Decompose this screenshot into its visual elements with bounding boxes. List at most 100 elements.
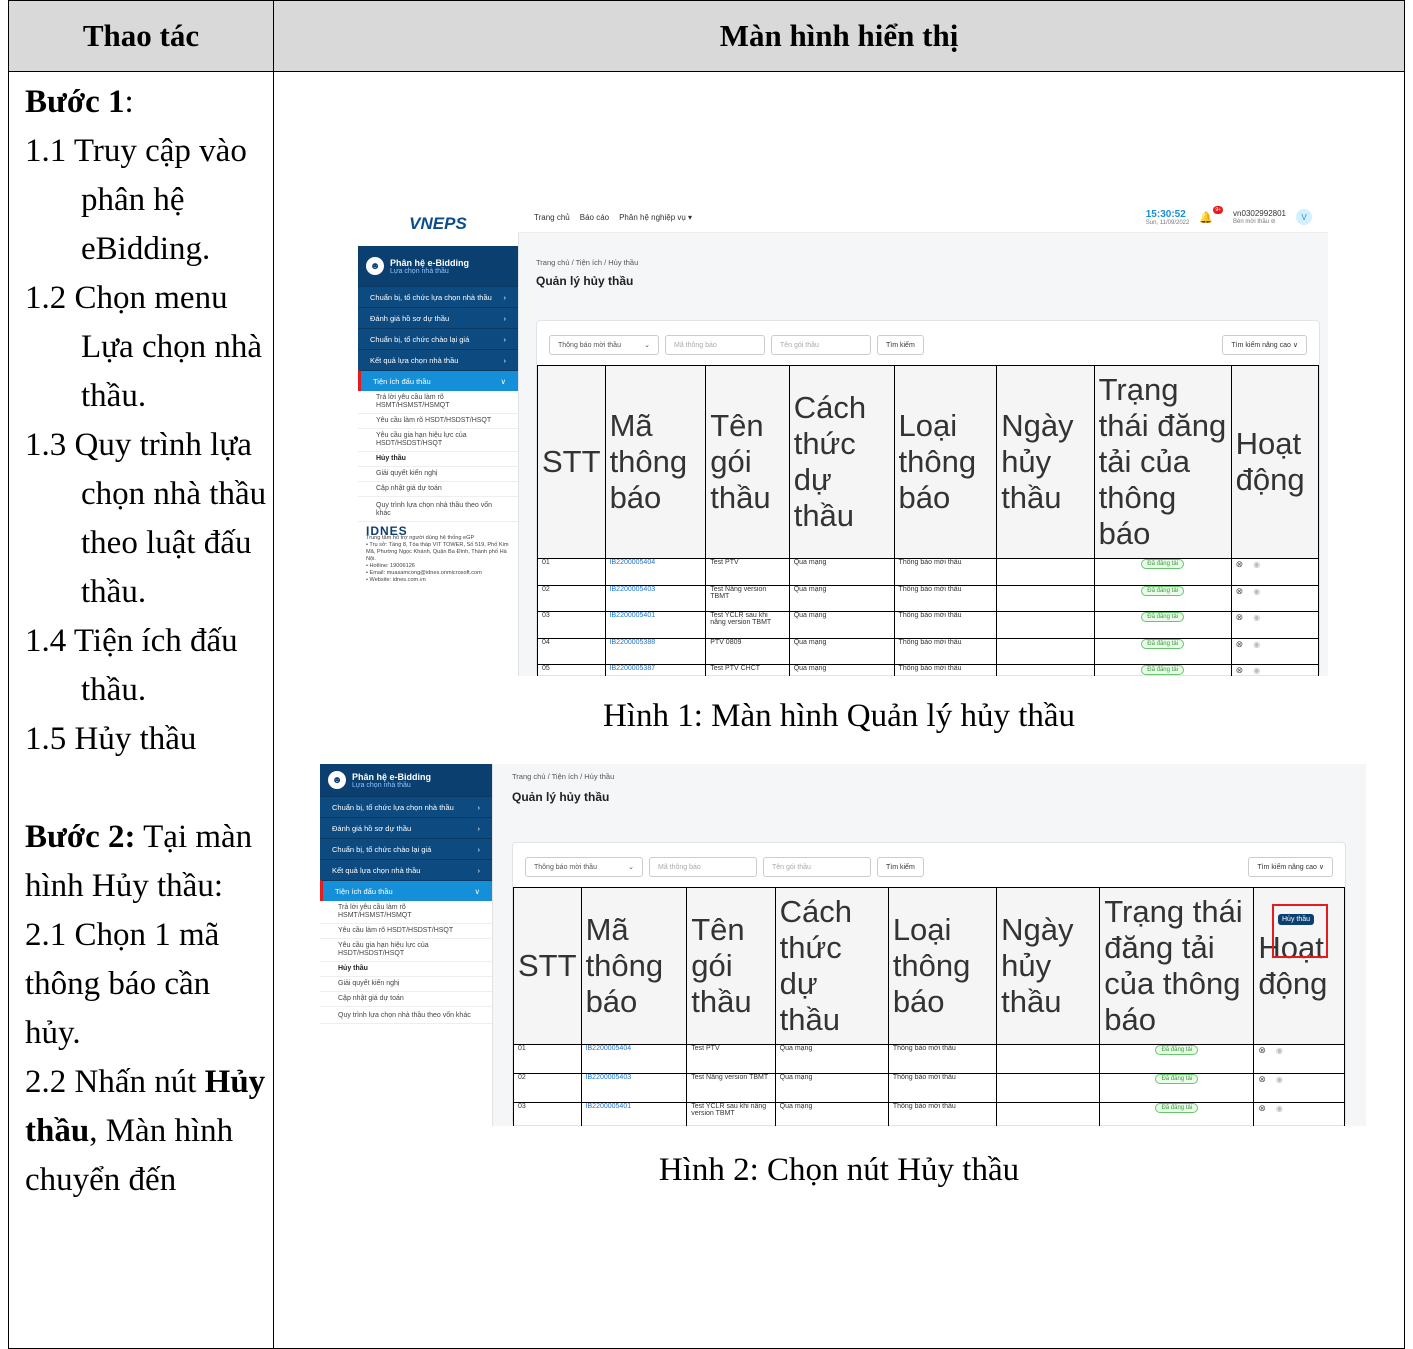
table-cell bbox=[996, 1073, 1101, 1103]
step-1-3: 1.3 Quy trình lựa chọn nhà thầu theo luậ… bbox=[25, 427, 267, 610]
submenu-item-6[interactable]: Cập nhật giá dự toán bbox=[358, 482, 518, 497]
name-input[interactable]: Tên gói thầu bbox=[763, 857, 871, 877]
caption-figure-1: Hình 1: Màn hình Quản lý hủy thầu bbox=[602, 698, 1076, 734]
view-icon[interactable]: ◉ bbox=[1276, 1046, 1283, 1055]
table-row[interactable]: 02 IB2200005403 Test Nâng version TBMT Qua … bbox=[513, 1073, 1345, 1103]
submenu-item-5[interactable]: Giải quyết kiến nghị bbox=[320, 977, 492, 992]
table-row[interactable]: 02 IB2200005403 Test Nâng version TBMT Qua … bbox=[537, 584, 1320, 613]
module-avatar-icon: ☻ bbox=[366, 257, 384, 275]
table-row[interactable]: 01 IB2200005404 Test PTV Qua mạng Thông báo … bbox=[537, 558, 1320, 586]
view-icon[interactable]: ◉ bbox=[1276, 1104, 1283, 1113]
nav-modules[interactable]: Phân hệ nghiệp vụ ▾ bbox=[619, 213, 692, 222]
table-cell bbox=[996, 664, 1095, 676]
notice-table: STT Mã thông báo Tên gói thầu Cách thức dự … bbox=[537, 365, 1320, 676]
sidebar-item-5[interactable]: Tiện ích đấu thầu ∨ bbox=[358, 370, 518, 391]
results-card: Thông báo mời thầu ⌄ Mã thông báo Tên gói… bbox=[536, 320, 1320, 676]
sidebar-item-other-process[interactable]: Quy trình lựa chọn nhà thầu theo vốn khá… bbox=[320, 1009, 492, 1024]
column-header: Cách thức dự thầu bbox=[774, 887, 889, 1045]
sidebar-item-2[interactable]: Đánh giá hồ sơ dự thầu › bbox=[320, 817, 492, 838]
notice-code-link[interactable]: IB2200005387 bbox=[604, 664, 707, 676]
sidebar-item-2[interactable]: Đánh giá hồ sơ dự thầu › bbox=[358, 307, 518, 328]
table-cell: Thông báo mời thầu bbox=[887, 1044, 998, 1074]
step-1-2: 1.2 Chọn menu Lựa chọn nhà thầu. bbox=[25, 280, 262, 414]
notice-code-link[interactable]: IB2200005404 bbox=[580, 1044, 688, 1074]
advanced-search-button[interactable]: Tìm kiếm nâng cao ∨ bbox=[1248, 857, 1333, 877]
submenu-item-1[interactable]: Trả lời yêu cầu làm rõ HSMT/HSMST/HSMQT bbox=[358, 391, 518, 414]
chevron-right-icon: › bbox=[503, 292, 507, 302]
breadcrumb: Trang chủ / Tiện ích / Hủy thầu bbox=[512, 772, 615, 781]
sidebar-item-1[interactable]: Chuẩn bị, tổ chức lựa chọn nhà thầu › bbox=[358, 286, 518, 307]
notice-code-link[interactable]: IB2200005403 bbox=[580, 1073, 688, 1103]
status-badge: Đã đăng tải bbox=[1155, 1074, 1199, 1084]
sidebar-item-3[interactable]: Chuẩn bị, tổ chức chào lại giá › bbox=[320, 838, 492, 859]
cancel-bid-icon[interactable]: ⊗ bbox=[1236, 639, 1244, 649]
code-input[interactable]: Mã thông báo bbox=[665, 335, 765, 355]
submenu-item-5[interactable]: Giải quyết kiến nghị bbox=[358, 467, 518, 482]
table-cell: Qua mạng bbox=[788, 611, 895, 639]
nav-home[interactable]: Trang chủ bbox=[534, 213, 570, 222]
table-row[interactable]: 03 IB2200005401 Test YCLR sau khi nâng ver… bbox=[537, 611, 1320, 639]
table-cell: Test Nâng version TBMT bbox=[705, 584, 790, 613]
table-cell bbox=[996, 558, 1095, 586]
cancel-bid-icon[interactable]: ⊗ bbox=[1258, 1045, 1266, 1055]
notice-type-select[interactable]: Thông báo mời thầu ⌄ bbox=[549, 335, 659, 355]
sidebar: ☻ Phân hệ e-Bidding Lựa chọn nhà thầu Chu… bbox=[320, 764, 493, 1126]
submenu-item-3[interactable]: Yêu cầu gia hạn hiệu lực của HSDT/HSDST/… bbox=[320, 939, 492, 962]
column-header: Loại thông báo bbox=[887, 887, 998, 1045]
advanced-search-button[interactable]: Tìm kiếm nâng cao ∨ bbox=[1222, 335, 1307, 355]
notice-code-link[interactable]: IB2200005388 bbox=[604, 637, 707, 666]
notice-type-select[interactable]: Thông báo mời thầu ⌄ bbox=[525, 857, 643, 877]
idnes-line: • Trụ sở: Tầng 8, Tòa tháp VIT TOWER, Số… bbox=[366, 542, 509, 562]
table-row[interactable]: 03 IB2200005401 Test YCLR sau khi nâng ver… bbox=[513, 1102, 1345, 1126]
submenu-item-4[interactable]: Hủy thầu bbox=[320, 962, 492, 977]
view-icon[interactable]: ◉ bbox=[1276, 1075, 1283, 1084]
notice-code-link[interactable]: IB2200005403 bbox=[604, 584, 707, 613]
view-icon[interactable]: ◉ bbox=[1253, 640, 1260, 649]
submenu-item-6[interactable]: Cập nhật giá dự toán bbox=[320, 992, 492, 1007]
module-header[interactable]: ☻ Phân hệ e-Bidding Lựa chọn nhà thầu bbox=[320, 764, 492, 796]
view-icon[interactable]: ◉ bbox=[1253, 587, 1260, 596]
nav-reports[interactable]: Báo cáo bbox=[580, 213, 609, 222]
cancel-bid-icon[interactable]: ⊗ bbox=[1258, 1074, 1266, 1084]
search-button[interactable]: Tìm kiếm bbox=[877, 857, 924, 877]
user-info[interactable]: vn0302992801 Bên mời thầu ⊘ bbox=[1233, 209, 1286, 225]
idnes-line: • Hotline: 19006126 bbox=[366, 563, 415, 569]
notice-code-link[interactable]: IB2200005404 bbox=[604, 558, 707, 586]
submenu-item-1[interactable]: Trả lời yêu cầu làm rõ HSMT/HSMST/HSMQT bbox=[320, 901, 492, 924]
cancel-bid-icon[interactable]: ⊗ bbox=[1236, 559, 1244, 569]
submenu-item-4[interactable]: Hủy thầu bbox=[358, 452, 518, 467]
table-row[interactable]: 04 IB2200005388 PTV 0809 Qua mạng Thông báo … bbox=[537, 637, 1320, 666]
table-row[interactable]: 05 IB2200005387 Test PTV CHCT Qua mạng Thông… bbox=[537, 664, 1320, 676]
user-avatar[interactable]: V bbox=[1296, 209, 1312, 225]
sidebar-item-1[interactable]: Chuẩn bị, tổ chức lựa chọn nhà thầu › bbox=[320, 796, 492, 817]
notice-code-link[interactable]: IB2200005401 bbox=[604, 611, 707, 639]
table-cell: Test Nâng version TBMT bbox=[686, 1073, 776, 1103]
sidebar-item-4[interactable]: Kết quả lựa chọn nhà thầu › bbox=[358, 349, 518, 370]
table-cell bbox=[996, 584, 1095, 613]
module-header[interactable]: ☻ Phân hệ e-Bidding Lựa chọn nhà thầu bbox=[358, 246, 518, 286]
sidebar-item-4[interactable]: Kết quả lựa chọn nhà thầu › bbox=[320, 859, 492, 880]
sidebar-item-other-process[interactable]: Quy trình lựa chọn nhà thầu theo vốn khá… bbox=[358, 499, 518, 522]
search-button[interactable]: Tìm kiếm bbox=[877, 335, 924, 355]
highlight-box bbox=[1272, 904, 1328, 958]
view-icon[interactable]: ◉ bbox=[1253, 666, 1260, 675]
cancel-bid-icon[interactable]: ⊗ bbox=[1258, 1103, 1266, 1113]
table-row[interactable]: 01 IB2200005404 Test PTV Qua mạng Thông báo … bbox=[513, 1044, 1345, 1074]
name-input[interactable]: Tên gói thầu bbox=[771, 335, 871, 355]
chevron-right-icon: › bbox=[477, 802, 481, 812]
column-header: Hoạt động bbox=[1230, 365, 1320, 559]
bell-icon[interactable]: 🔔 9+ bbox=[1199, 205, 1224, 224]
view-icon[interactable]: ◉ bbox=[1253, 613, 1260, 622]
submenu-item-2[interactable]: Yêu cầu làm rõ HSDT/HSDST/HSQT bbox=[320, 924, 492, 939]
sidebar-item-3[interactable]: Chuẩn bị, tổ chức chào lại giá › bbox=[358, 328, 518, 349]
code-input[interactable]: Mã thông báo bbox=[649, 857, 757, 877]
submenu-item-3[interactable]: Yêu cầu gia hạn hiệu lực của HSDT/HSDST/… bbox=[358, 429, 518, 452]
cancel-bid-icon[interactable]: ⊗ bbox=[1236, 586, 1244, 596]
status-badge: Đã đăng tải bbox=[1155, 1045, 1199, 1055]
sidebar-item-5[interactable]: Tiện ích đấu thầu ∨ bbox=[320, 880, 492, 901]
submenu-item-2[interactable]: Yêu cầu làm rõ HSDT/HSDST/HSQT bbox=[358, 414, 518, 429]
notice-code-link[interactable]: IB2200005401 bbox=[580, 1102, 688, 1126]
view-icon[interactable]: ◉ bbox=[1253, 560, 1260, 569]
cancel-bid-icon[interactable]: ⊗ bbox=[1236, 665, 1244, 675]
cancel-bid-icon[interactable]: ⊗ bbox=[1236, 612, 1244, 622]
